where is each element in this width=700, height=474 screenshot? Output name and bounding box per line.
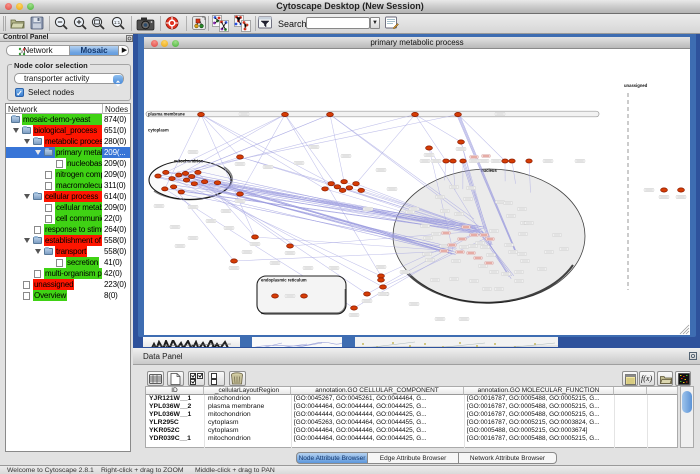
- svg-text:cytoplasm: cytoplasm: [148, 128, 169, 133]
- svg-text:1:1: 1:1: [114, 20, 121, 25]
- svg-text:endoplasmic reticulum: endoplasmic reticulum: [261, 278, 307, 283]
- svg-text:unassigned: unassigned: [624, 83, 648, 88]
- svg-text:plasma membrane: plasma membrane: [148, 112, 185, 117]
